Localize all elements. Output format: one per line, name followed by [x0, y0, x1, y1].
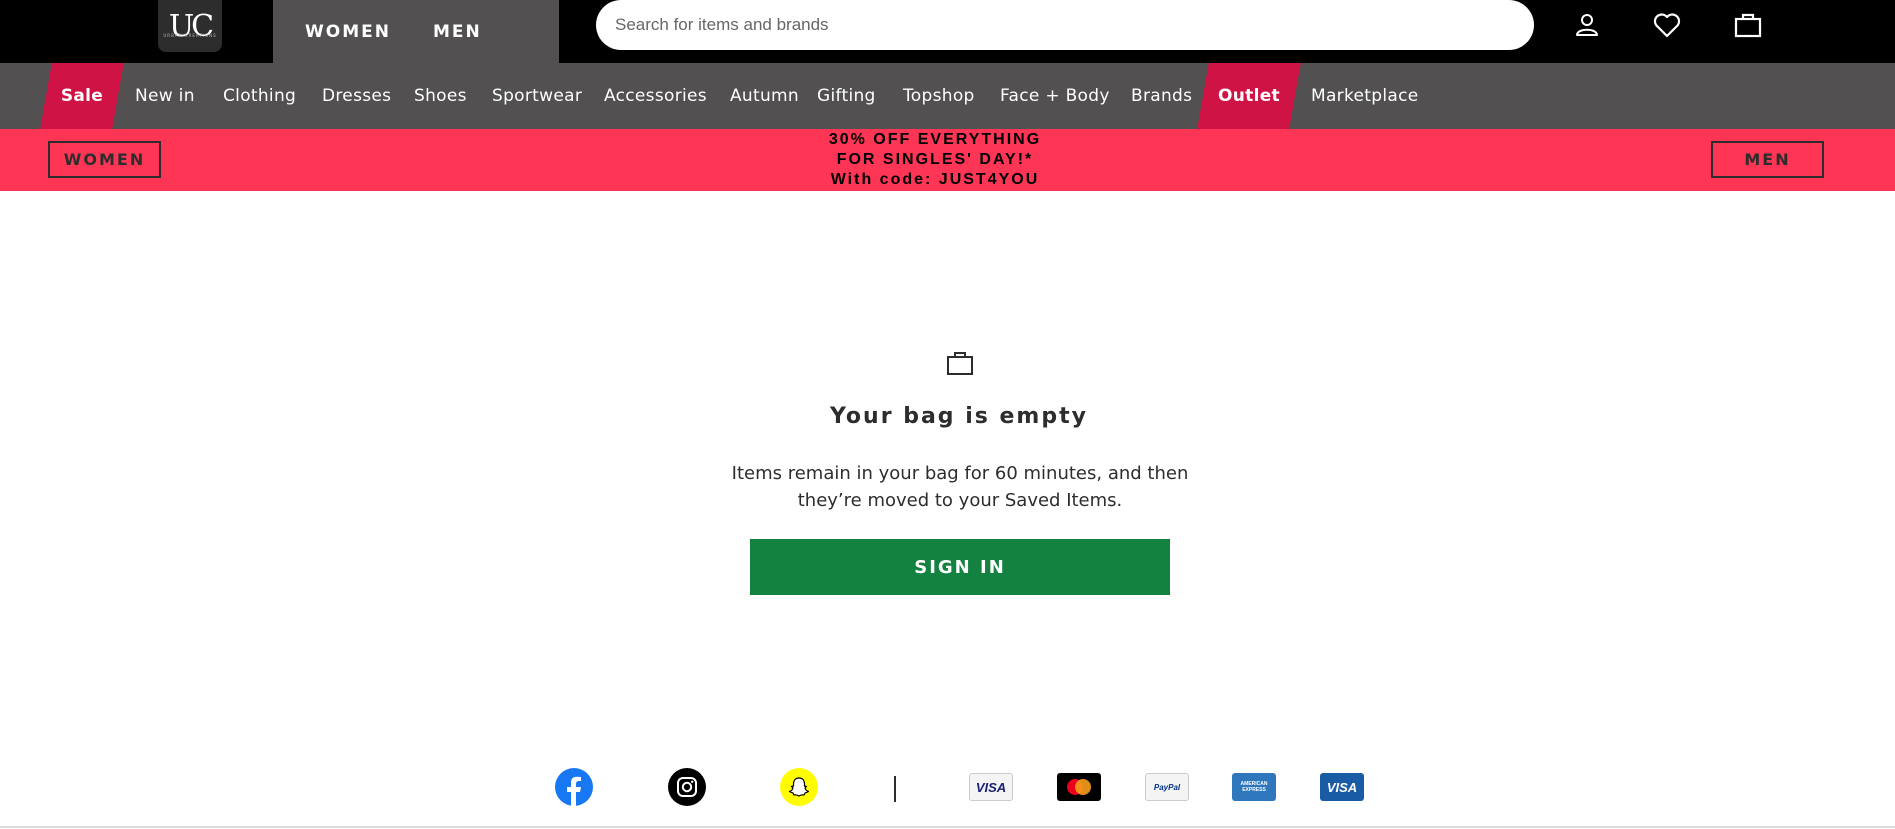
- paypal-icon: PayPal: [1145, 773, 1189, 801]
- snapchat-icon[interactable]: [780, 768, 818, 806]
- nav-item-clothing[interactable]: Clothing: [223, 63, 296, 129]
- promo-line-1: 30% OFF EVERYTHING: [828, 131, 1042, 148]
- nav-item-face-body[interactable]: Face + Body: [1000, 63, 1110, 129]
- promo-banner: WOMEN 30% OFF EVERYTHING FOR SINGLES' DA…: [0, 129, 1895, 191]
- promo-text[interactable]: 30% OFF EVERYTHING FOR SINGLES' DAY!* Wi…: [735, 130, 1135, 190]
- top-bar: UC URBAN CREATIONS WOMEN MEN: [0, 0, 1895, 63]
- logo-subtext: URBAN CREATIONS: [163, 33, 217, 38]
- nav-item-topshop[interactable]: Topshop: [903, 63, 975, 129]
- footer-divider: [894, 776, 896, 802]
- promo-men-button[interactable]: MEN: [1711, 141, 1824, 178]
- empty-bag-icon: [946, 350, 974, 376]
- footer: VISA PayPal AMERICAN EXPRESS VISA: [0, 748, 1895, 828]
- nav-item-marketplace[interactable]: Marketplace: [1311, 63, 1418, 129]
- nav-item-label: Outlet: [1218, 86, 1280, 106]
- tab-men[interactable]: MEN: [433, 0, 482, 63]
- nav-item-sportwear[interactable]: Sportwear: [492, 63, 582, 129]
- nav-item-autumn[interactable]: Autumn: [730, 63, 799, 129]
- nav-item-label: Sale: [60, 86, 104, 106]
- mastercard-icon: [1057, 773, 1101, 801]
- empty-bag-title: Your bag is empty: [830, 404, 1088, 429]
- nav-item-sale[interactable]: Sale: [46, 63, 118, 129]
- site-logo[interactable]: UC URBAN CREATIONS: [158, 0, 222, 52]
- search-input[interactable]: [596, 0, 1534, 50]
- nav-item-shoes[interactable]: Shoes: [414, 63, 467, 129]
- nav-item-new-in[interactable]: New in: [135, 63, 195, 129]
- account-icon[interactable]: [1571, 9, 1603, 41]
- nav-item-accessories[interactable]: Accessories: [604, 63, 707, 129]
- promo-line-2: FOR SINGLES' DAY!*: [836, 151, 1034, 168]
- amex-icon: AMERICAN EXPRESS: [1232, 773, 1276, 801]
- sign-in-button[interactable]: SIGN IN: [750, 539, 1170, 595]
- promo-women-button[interactable]: WOMEN: [48, 141, 161, 178]
- empty-bag-message: Items remain in your bag for 60 minutes,…: [731, 463, 1189, 511]
- nav-item-dresses[interactable]: Dresses: [322, 63, 391, 129]
- nav-item-outlet[interactable]: Outlet: [1203, 63, 1295, 129]
- nav-item-gifting[interactable]: Gifting: [817, 63, 876, 129]
- visa-electron-icon: VISA: [1320, 773, 1364, 801]
- facebook-icon[interactable]: [555, 768, 593, 806]
- visa-icon: VISA: [969, 773, 1013, 801]
- category-nav: Sale New in Clothing Dresses Shoes Sport…: [0, 63, 1895, 129]
- nav-item-brands[interactable]: Brands: [1131, 63, 1192, 129]
- promo-line-3: With code: JUST4YOU: [830, 171, 1040, 188]
- bag-icon[interactable]: [1732, 9, 1764, 41]
- tab-women[interactable]: WOMEN: [273, 0, 433, 63]
- heart-icon[interactable]: [1651, 9, 1683, 41]
- instagram-icon[interactable]: [668, 768, 706, 806]
- logo-text: UC: [168, 8, 214, 44]
- gender-tabs: WOMEN MEN: [273, 0, 559, 63]
